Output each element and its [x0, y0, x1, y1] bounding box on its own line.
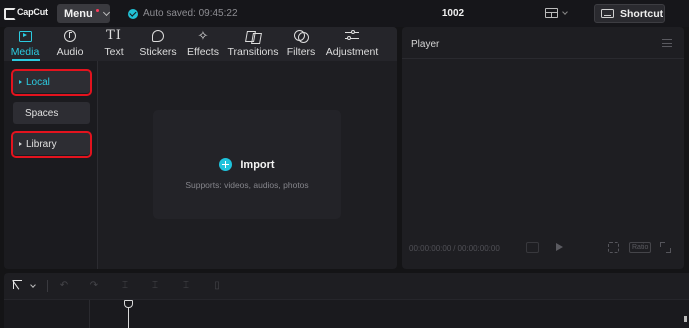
fullscreen-icon[interactable] — [660, 242, 671, 253]
track-header-column — [4, 300, 90, 328]
player-timecode: 00:00:00:00/00:00:00:00 — [409, 244, 500, 253]
caret-right-icon — [19, 142, 22, 146]
layout-icon[interactable] — [545, 8, 558, 18]
caret-right-icon — [19, 80, 22, 84]
tab-label: Text — [104, 46, 124, 58]
undo-icon[interactable]: ↶ — [59, 280, 69, 291]
media-icon — [18, 30, 32, 42]
tab-stickers[interactable]: Stickers — [138, 29, 178, 59]
tab-effects[interactable]: ✧ Effects — [185, 29, 221, 59]
timeline-panel: ↶ ↷ ⌶ ⌶ ⌶ ▯ — [4, 273, 689, 328]
transitions-icon — [246, 31, 260, 42]
split-right-icon[interactable]: ⌶ — [181, 280, 191, 291]
play-icon[interactable] — [556, 243, 563, 251]
keyboard-icon — [601, 9, 614, 18]
tab-label: Media — [10, 46, 40, 58]
project-title: 1002 — [441, 8, 465, 19]
sticker-icon — [152, 30, 164, 42]
sidebar-item-local[interactable]: Local — [13, 71, 90, 93]
sidebar-item-label: Spaces — [25, 107, 59, 119]
chevron-down-icon[interactable] — [30, 282, 36, 288]
focus-frame-icon[interactable] — [608, 242, 619, 253]
redo-icon[interactable]: ↷ — [89, 280, 99, 291]
import-supported-formats: Supports: videos, audios, photos — [185, 180, 309, 190]
player-title: Player — [411, 39, 440, 50]
tab-label: Audio — [56, 46, 84, 58]
tab-adjustment[interactable]: Adjustment — [324, 29, 380, 59]
title-bar: CapCut Menu Auto saved: 09:45:22 1002 Sh… — [0, 0, 689, 27]
effects-icon: ✧ — [197, 28, 209, 43]
sidebar-item-spaces[interactable]: Spaces — [13, 102, 90, 124]
tab-text[interactable]: TI Text — [101, 29, 127, 59]
playhead-line — [128, 308, 129, 328]
tab-label: Filters — [286, 46, 316, 58]
split-left-icon[interactable]: ⌶ — [150, 280, 160, 291]
tab-label: Effects — [187, 46, 219, 58]
box-icon[interactable] — [526, 242, 539, 253]
adjustment-icon — [345, 29, 359, 42]
tab-transitions[interactable]: Transitions — [226, 29, 280, 59]
shortcut-label: Shortcut — [620, 7, 664, 20]
tab-bar: Media Audio TI Text Stickers ✧ Effects T… — [4, 27, 397, 61]
sidebar-item-library[interactable]: Library — [13, 133, 90, 155]
import-label: Import — [240, 158, 275, 171]
tab-audio[interactable]: Audio — [54, 29, 86, 59]
media-sidebar: Local Spaces Library — [4, 61, 98, 269]
delete-icon[interactable]: ▯ — [212, 280, 222, 291]
current-time: 00:00:00:00 — [409, 244, 452, 253]
audio-icon — [64, 30, 76, 42]
toolbar-divider — [47, 280, 48, 292]
hamburger-menu-icon[interactable] — [662, 39, 672, 47]
player-panel: Player 00:00:00:00/00:00:00:00 Ratio — [402, 27, 684, 269]
tab-label: Stickers — [139, 46, 177, 58]
scroll-marker — [684, 316, 687, 322]
tab-media[interactable]: Media — [9, 29, 41, 59]
import-button[interactable]: Import — [153, 158, 341, 171]
tab-filters[interactable]: Filters — [286, 29, 316, 59]
select-cursor-icon[interactable] — [13, 280, 22, 291]
ratio-button[interactable]: Ratio — [629, 242, 652, 253]
plus-circle-icon — [219, 158, 233, 171]
sidebar-item-label: Library — [26, 138, 57, 150]
timeline-ruler[interactable] — [4, 299, 689, 328]
text-icon: TI — [106, 28, 122, 43]
media-panel: Media Audio TI Text Stickers ✧ Effects T… — [4, 27, 397, 269]
tab-label: Transitions — [227, 46, 279, 58]
player-header: Player — [402, 27, 684, 59]
playhead-handle-icon[interactable] — [124, 300, 133, 308]
sidebar-item-label: Local — [26, 76, 50, 88]
filters-icon — [294, 30, 309, 43]
import-dropzone[interactable]: Import Supports: videos, audios, photos — [153, 110, 341, 219]
timeline-toolbar: ↶ ↷ ⌶ ⌶ ⌶ ▯ — [4, 273, 689, 299]
shortcut-button[interactable]: Shortcut — [594, 4, 665, 23]
total-time: 00:00:00:00 — [457, 244, 500, 253]
tab-label: Adjustment — [325, 46, 379, 58]
split-icon[interactable]: ⌶ — [120, 280, 130, 291]
